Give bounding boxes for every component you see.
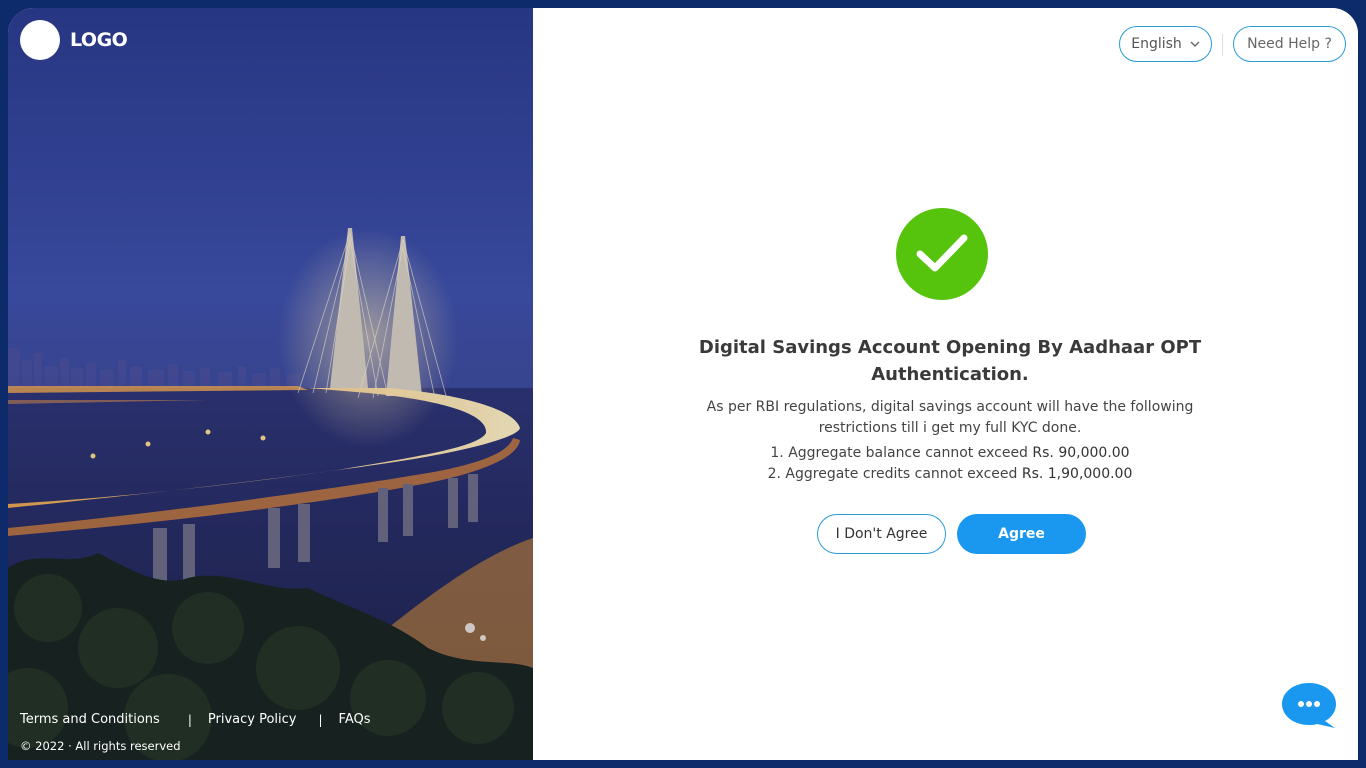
logo[interactable]: LOGO: [20, 20, 128, 60]
chevron-down-icon: [1190, 41, 1200, 47]
language-select[interactable]: English: [1119, 26, 1212, 62]
footer-links: Terms and Conditions | Privacy Policy | …: [20, 712, 371, 727]
list-item: 1. Aggregate balance cannot exceed Rs. 9…: [683, 443, 1217, 464]
logo-mark: [20, 20, 60, 60]
check-circle-icon: [896, 208, 988, 300]
list-item: 2. Aggregate credits cannot exceed Rs. 1…: [683, 464, 1217, 485]
faqs-link[interactable]: FAQs: [339, 712, 371, 727]
restriction-label: 2. Aggregate credits cannot exceed: [767, 466, 1018, 482]
need-help-button[interactable]: Need Help ?: [1233, 26, 1346, 62]
agree-button[interactable]: Agree: [957, 514, 1086, 554]
footer-separator: |: [187, 712, 192, 727]
restriction-amount: Rs. 90,000.00: [1032, 445, 1130, 461]
bridge-image: [8, 8, 533, 760]
chat-bubble-icon[interactable]: [1281, 681, 1337, 729]
restriction-description: As per RBI regulations, digital savings …: [706, 399, 1194, 436]
hero-panel: LOGO Terms and Conditions | Privacy Poli…: [8, 8, 533, 760]
privacy-link[interactable]: Privacy Policy: [208, 712, 297, 727]
main-panel: English Need Help ? Digital Savings Acco…: [533, 8, 1358, 760]
app-frame: LOGO Terms and Conditions | Privacy Poli…: [8, 8, 1358, 760]
restriction-list: 1. Aggregate balance cannot exceed Rs. 9…: [683, 443, 1217, 485]
copyright: © 2022 · All rights reserved: [20, 739, 181, 753]
restriction-amount: Rs. 1,90,000.00: [1021, 466, 1133, 482]
restriction-label: 1. Aggregate balance cannot exceed: [770, 445, 1028, 461]
footer-separator: |: [318, 712, 323, 727]
page-title: Digital Savings Account Opening By Aadha…: [698, 337, 1202, 385]
terms-link[interactable]: Terms and Conditions: [20, 712, 160, 727]
logo-text: LOGO: [70, 29, 128, 51]
header-divider: [1222, 34, 1223, 56]
disagree-button[interactable]: I Don't Agree: [817, 514, 946, 554]
language-label: English: [1131, 36, 1182, 52]
